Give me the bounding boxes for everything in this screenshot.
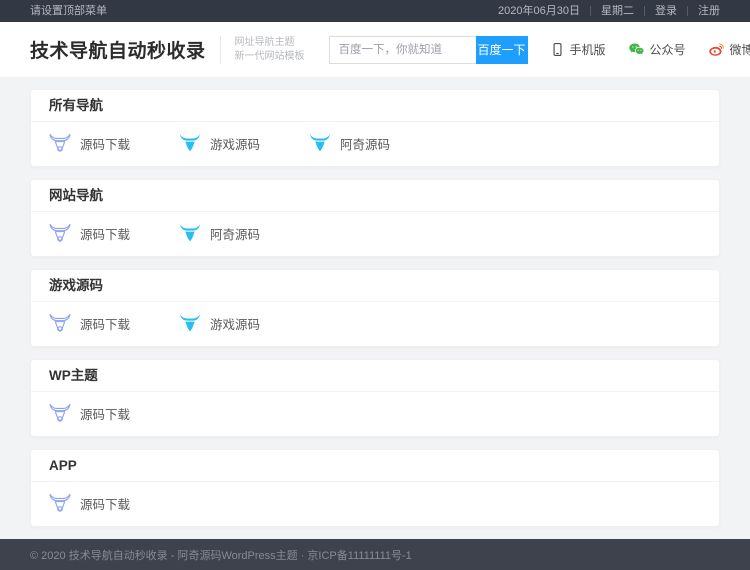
wechat-official-link[interactable]: 公众号 (628, 41, 686, 58)
nav-item-link[interactable]: 阿奇源码 (309, 132, 439, 154)
search-input[interactable] (329, 36, 476, 64)
tagline-line1: 网址导航主题 (235, 36, 305, 50)
nav-item-link[interactable]: 源码下载 (49, 492, 179, 514)
nav-item-link[interactable]: 源码下载 (49, 402, 179, 424)
top-bar: 请设置顶部菜单 2020年06月30日 星期二 登录 注册 (0, 0, 750, 22)
wechat-icon (628, 41, 645, 58)
section-items: 源码下载 (31, 392, 719, 436)
nav-item-label: 源码下载 (80, 224, 130, 243)
nav-item-label: 游戏源码 (210, 134, 260, 153)
nav-item-label: 源码下载 (80, 404, 130, 423)
bull-solid-icon (309, 132, 331, 154)
section-title: APP (31, 450, 719, 482)
nav-item-link[interactable]: 源码下载 (49, 312, 179, 334)
topbar-right: 2020年06月30日 星期二 登录 注册 (498, 0, 720, 22)
nav-section-card: 所有导航 源码下载 游戏源码 阿奇源码 (30, 89, 720, 167)
bull-outline-icon (49, 132, 71, 154)
divider (687, 6, 688, 16)
mobile-version-link[interactable]: 手机版 (550, 41, 606, 58)
nav-item-label: 阿奇源码 (340, 134, 390, 153)
header-links: 手机版 公众号 (528, 41, 750, 58)
bull-outline-icon (49, 312, 71, 334)
nav-item-link[interactable]: 源码下载 (49, 222, 179, 244)
section-title: 网站导航 (31, 180, 719, 212)
section-title: 所有导航 (31, 90, 719, 122)
topbar-menu-hint: 请设置顶部菜单 (30, 0, 107, 22)
divider (644, 6, 645, 16)
search-bar: 百度一下 (329, 36, 528, 64)
tagline-line2: 新一代网站模板 (235, 50, 305, 64)
nav-section-card: 游戏源码 源码下载 游戏源码 (30, 269, 720, 347)
site-tagline: 网址导航主题 新一代网站模板 (220, 36, 305, 64)
nav-item-link[interactable]: 游戏源码 (179, 312, 309, 334)
sections: 所有导航 源码下载 游戏源码 阿奇源码 网站导航 源码下载 阿奇源码 游戏源码 … (0, 77, 750, 539)
header: 技术导航自动秒收录 网址导航主题 新一代网站模板 百度一下 手机版 (0, 22, 750, 77)
nav-item-label: 源码下载 (80, 134, 130, 153)
weibo-link[interactable]: 微博 (708, 41, 750, 58)
section-items: 源码下载 阿奇源码 (31, 212, 719, 256)
bull-outline-icon (49, 492, 71, 514)
search-button[interactable]: 百度一下 (476, 36, 528, 64)
site-logo-title[interactable]: 技术导航自动秒收录 (30, 36, 206, 63)
weibo-label: 微博 (730, 41, 750, 58)
bull-outline-icon (49, 222, 71, 244)
bull-solid-icon (179, 312, 201, 334)
section-items: 源码下载 (31, 482, 719, 526)
topbar-weekday: 星期二 (601, 0, 634, 22)
nav-section-card: WP主题 源码下载 (30, 359, 720, 437)
bull-outline-icon (49, 402, 71, 424)
divider (590, 6, 591, 16)
weibo-icon (708, 41, 725, 58)
login-link[interactable]: 登录 (655, 0, 677, 22)
nav-item-label: 源码下载 (80, 494, 130, 513)
wechat-official-label: 公众号 (650, 41, 686, 58)
section-title: WP主题 (31, 360, 719, 392)
nav-section-card: APP 源码下载 (30, 449, 720, 527)
mobile-version-label: 手机版 (570, 41, 606, 58)
footer-copyright: © 2020 技术导航自动秒收录 - 阿奇源码WordPress主题 · 京IC… (30, 547, 412, 563)
nav-item-link[interactable]: 游戏源码 (179, 132, 309, 154)
nav-item-label: 阿奇源码 (210, 224, 260, 243)
section-items: 源码下载 游戏源码 阿奇源码 (31, 122, 719, 166)
mobile-phone-icon (550, 42, 565, 57)
section-items: 源码下载 游戏源码 (31, 302, 719, 346)
nav-item-label: 源码下载 (80, 314, 130, 333)
section-title: 游戏源码 (31, 270, 719, 302)
footer: © 2020 技术导航自动秒收录 - 阿奇源码WordPress主题 · 京IC… (0, 539, 750, 570)
topbar-date: 2020年06月30日 (498, 0, 580, 22)
bull-solid-icon (179, 222, 201, 244)
register-link[interactable]: 注册 (698, 0, 720, 22)
nav-section-card: 网站导航 源码下载 阿奇源码 (30, 179, 720, 257)
bull-solid-icon (179, 132, 201, 154)
nav-item-link[interactable]: 阿奇源码 (179, 222, 309, 244)
nav-item-label: 游戏源码 (210, 314, 260, 333)
nav-item-link[interactable]: 源码下载 (49, 132, 179, 154)
